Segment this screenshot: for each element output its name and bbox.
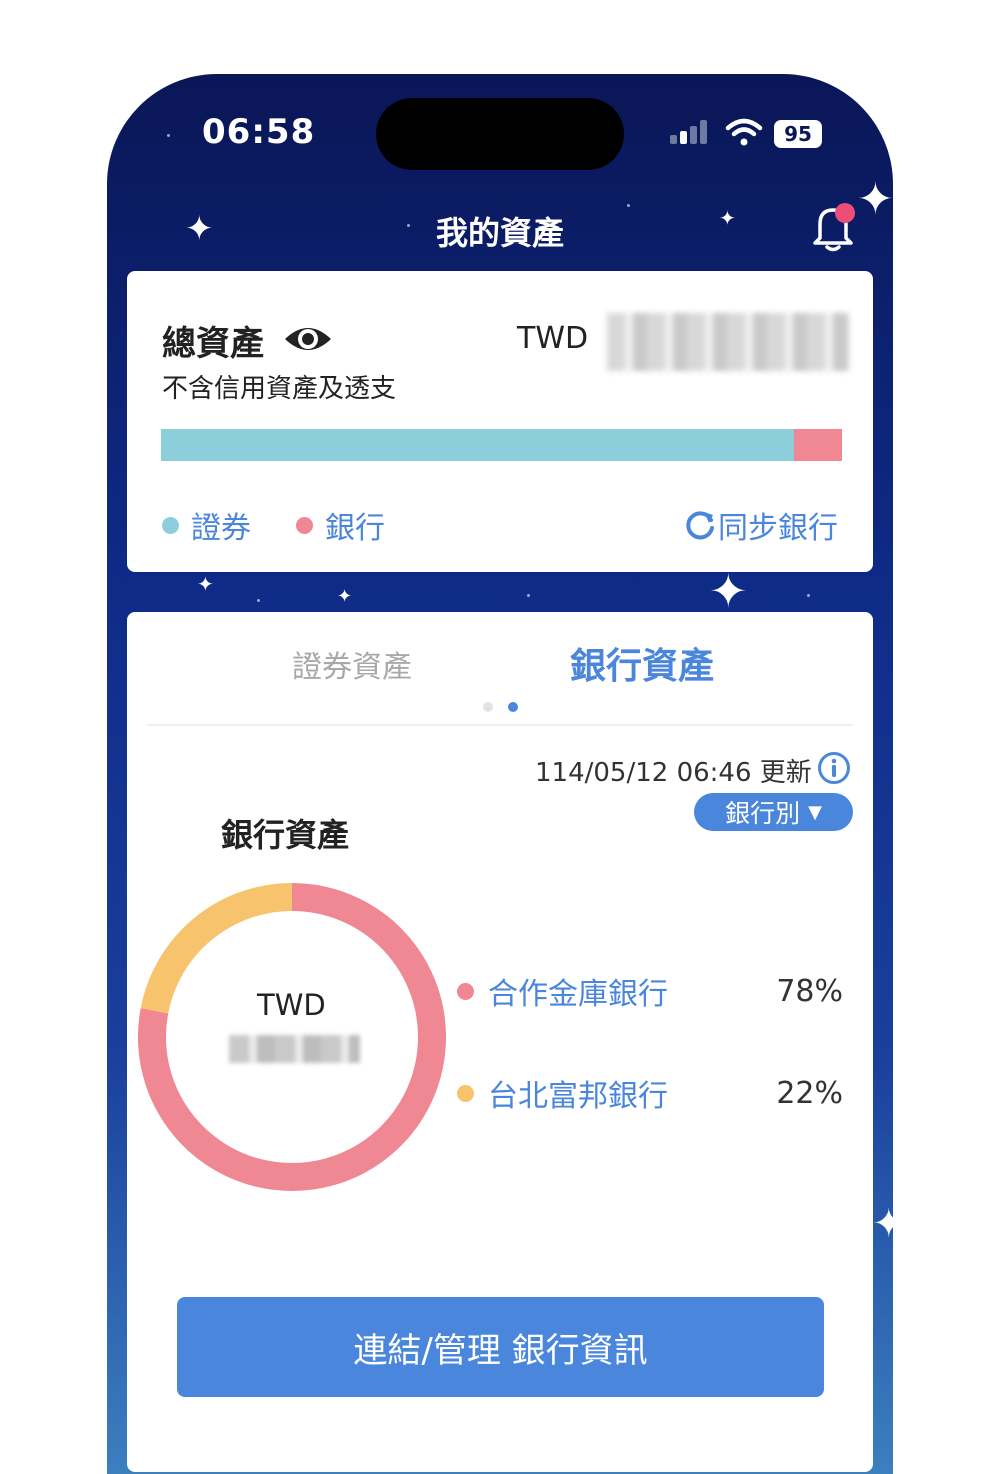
page-indicator <box>483 702 518 712</box>
star-icon: ✦ <box>709 564 748 618</box>
refresh-icon <box>686 511 714 540</box>
eye-icon[interactable] <box>283 323 333 355</box>
total-currency: TWD <box>517 321 589 356</box>
notification-badge <box>835 203 855 223</box>
page-dot-active <box>508 702 518 712</box>
phone-screen: ✦ ✦ ✦ ✦ ✦ ✦ ✦ 06:58 95 我的資產 總資產 不含信用資產及透… <box>107 74 893 1474</box>
page-dot <box>483 702 493 712</box>
total-assets-card: 總資產 不含信用資產及透支 TWD 證券 銀行 同步銀行 <box>127 271 873 572</box>
star-icon: ✦ <box>872 1201 893 1247</box>
legend-dot <box>457 1084 474 1102</box>
bank-name: 合作金庫銀行 <box>488 977 668 1012</box>
link-manage-bank-button[interactable]: 連結/管理 銀行資訊 <box>177 1297 824 1397</box>
info-icon[interactable] <box>817 751 851 785</box>
bank-legend-row: 台北富邦銀行 22% <box>457 1071 843 1115</box>
page-title: 我的資產 <box>435 214 564 252</box>
sync-bank-button[interactable]: 同步銀行 <box>684 503 838 547</box>
divider <box>147 724 853 726</box>
legend-dot <box>162 516 179 534</box>
star-icon: ✦ <box>337 586 353 607</box>
bank-segment <box>794 429 842 461</box>
battery-indicator: 95 <box>774 120 822 148</box>
caret-down-icon: ▼ <box>808 801 822 823</box>
legend-dot <box>457 982 474 1000</box>
legend-label: 銀行 <box>325 511 385 546</box>
asset-detail-card: 證券資產 銀行資產 114/05/12 06:46 更新 銀行別 ▼ 銀行資產 … <box>127 612 873 1472</box>
wifi-icon <box>725 118 763 146</box>
legend-securities: 證券 <box>162 503 251 547</box>
masked-total-amount <box>607 313 849 371</box>
bank-percent: 78% <box>776 973 843 1009</box>
bank-name: 台北富邦銀行 <box>488 1079 668 1114</box>
update-timestamp: 114/05/12 06:46 更新 <box>535 758 812 788</box>
bank-percent: 22% <box>776 1075 843 1111</box>
tab-securities-assets[interactable]: 證券資產 <box>292 642 412 686</box>
bank-filter-dropdown[interactable]: 銀行別 ▼ <box>694 793 853 831</box>
securities-segment <box>161 429 795 461</box>
legend-dot <box>296 516 313 534</box>
section-title: 銀行資產 <box>221 816 350 854</box>
tab-bank-assets[interactable]: 銀行資產 <box>570 637 714 689</box>
status-time: 06:58 <box>202 112 316 152</box>
star-icon: ✦ <box>197 572 214 596</box>
donut-currency: TWD <box>257 988 326 1022</box>
total-assets-label: 總資產 <box>162 324 264 364</box>
asset-ratio-bar <box>161 429 842 461</box>
bank-legend-row: 合作金庫銀行 78% <box>457 969 843 1013</box>
dynamic-island <box>376 98 624 170</box>
legend-bank: 銀行 <box>296 503 385 547</box>
masked-bank-amount <box>229 1035 360 1063</box>
dropdown-label: 銀行別 <box>725 799 801 828</box>
total-assets-note: 不含信用資產及透支 <box>162 374 397 404</box>
sync-bank-label: 同步銀行 <box>718 511 838 546</box>
legend-label: 證券 <box>191 511 251 546</box>
signal-icon <box>670 120 707 144</box>
